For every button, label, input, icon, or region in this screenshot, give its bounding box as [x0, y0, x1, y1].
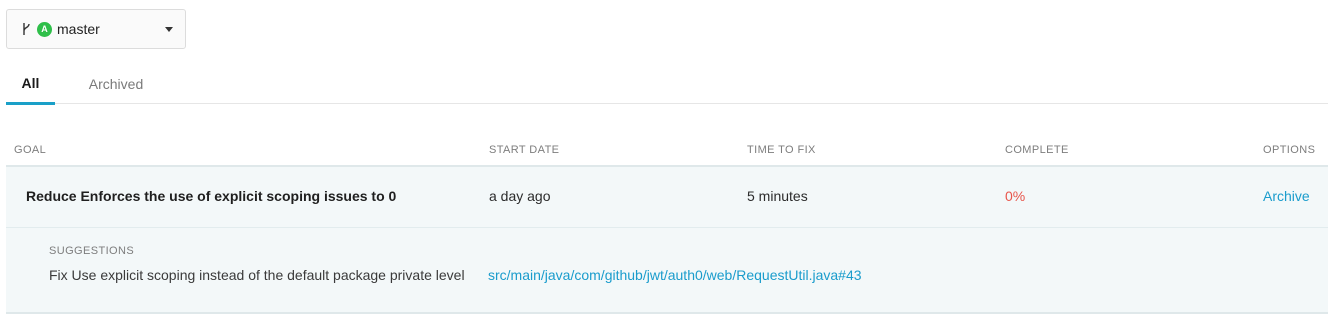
suggestion-file-link[interactable]: src/main/java/com/github/jwt/auth0/web/R… — [488, 267, 862, 283]
goal-tabs: All Archived — [6, 64, 1328, 105]
column-complete: COMPLETE — [1005, 144, 1069, 156]
suggestions-row: SUGGESTIONS Fix Use explicit scoping ins… — [6, 228, 1328, 314]
goal-title: Reduce Enforces the use of explicit scop… — [26, 188, 397, 204]
suggestion-text: Fix Use explicit scoping instead of the … — [49, 267, 465, 283]
start-date: a day ago — [489, 188, 551, 204]
table-row: Reduce Enforces the use of explicit scop… — [6, 167, 1328, 228]
column-start-date: START DATE — [489, 144, 560, 156]
goals-table-header: GOAL START DATE TIME TO FIX COMPLETE OPT… — [6, 133, 1328, 167]
branch-name: master — [57, 21, 100, 37]
suggestions-label: SUGGESTIONS — [49, 245, 135, 257]
branch-icon — [19, 21, 33, 37]
tab-all[interactable]: All — [6, 64, 55, 105]
archive-link[interactable]: Archive — [1263, 188, 1310, 204]
column-time-to-fix: TIME TO FIX — [747, 144, 816, 156]
branch-status-badge: A — [37, 21, 52, 37]
branch-selector[interactable]: A master — [6, 9, 186, 49]
column-options: OPTIONS — [1263, 144, 1316, 156]
complete-percent: 0% — [1005, 188, 1026, 204]
column-goal: GOAL — [14, 144, 47, 156]
time-to-fix: 5 minutes — [747, 188, 808, 204]
tab-archived[interactable]: Archived — [76, 64, 156, 104]
chevron-down-icon — [165, 26, 173, 32]
